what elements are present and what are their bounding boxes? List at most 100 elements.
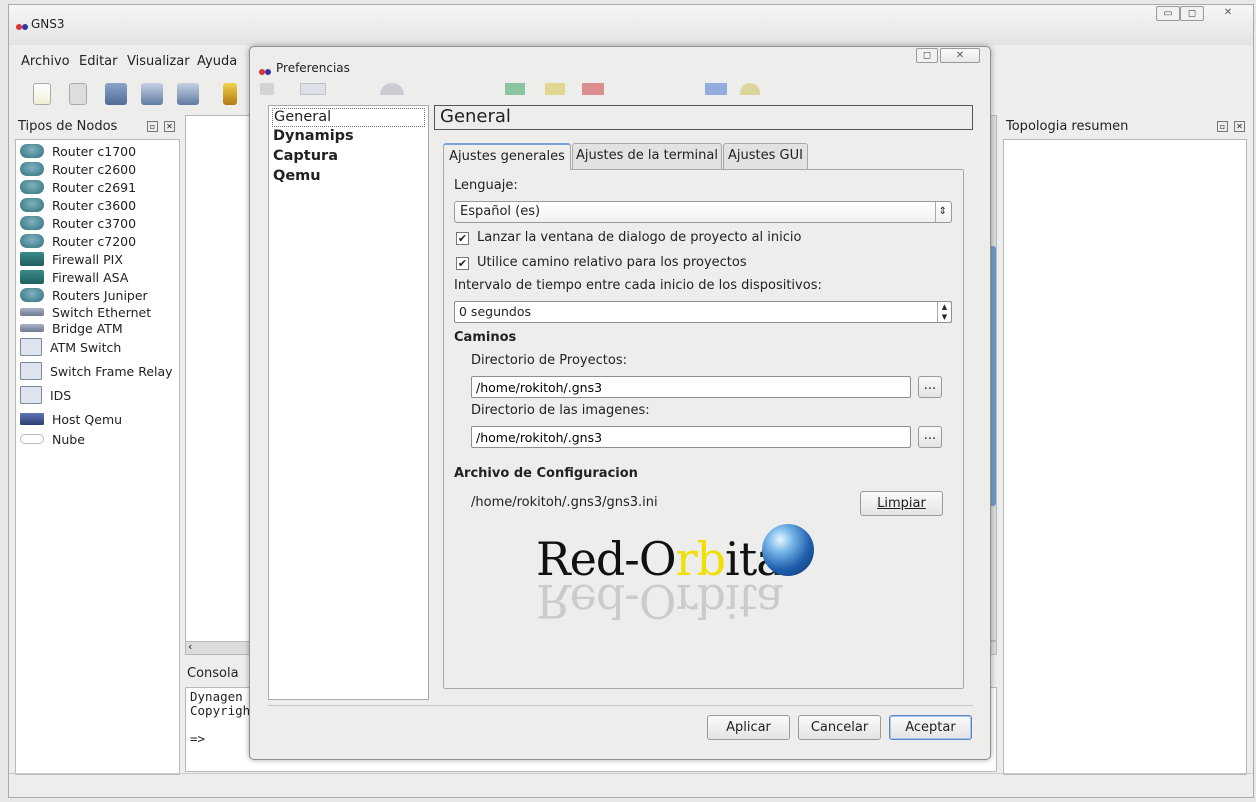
dialog-title: Preferencias	[276, 61, 350, 75]
red-orbita-logo: Red-Orbita Red-Orbita	[536, 522, 826, 628]
node-type-item[interactable]: Router c3700	[20, 214, 136, 232]
node-type-item[interactable]: Router c3600	[20, 196, 136, 214]
browse-projects-button[interactable]: ...	[918, 376, 942, 398]
node-type-label: Router c3600	[52, 197, 137, 213]
node-type-label: Firewall PIX	[52, 251, 123, 267]
node-type-item[interactable]: Router c7200	[20, 232, 136, 250]
node-type-item[interactable]: ATM Switch	[20, 338, 121, 356]
node-types-dock: Tipos de Nodos ▫ ✕ Router c1700 Router c2…	[15, 115, 181, 775]
node-type-item[interactable]: Router c2600	[20, 160, 136, 178]
node-type-label: Host Qemu	[52, 411, 123, 427]
node-type-item[interactable]: Host Qemu	[20, 410, 122, 428]
save-icon[interactable]	[141, 83, 163, 105]
open-folder-icon[interactable]	[105, 83, 127, 105]
node-type-label: Router c2691	[52, 179, 137, 195]
node-type-item[interactable]: Router c2691	[20, 178, 136, 196]
logo-reflection: Red-Orbita	[536, 574, 783, 628]
node-type-label: Switch Frame Relay	[50, 363, 173, 379]
projects-dir-label: Directorio de Proyectos:	[471, 353, 627, 368]
frame-relay-switch-icon	[20, 362, 42, 380]
interval-spinbox[interactable]: 0 segundos ▲ ▼	[454, 301, 952, 323]
tab-ajustes-generales[interactable]: Ajustes generales	[443, 143, 571, 170]
config-file-path: /home/rokitoh/.gns3/gns3.ini	[471, 495, 658, 510]
router-icon	[20, 144, 44, 158]
save-as-icon[interactable]	[177, 83, 199, 105]
globe-icon	[762, 524, 814, 576]
float-icon[interactable]: ▫	[147, 121, 158, 132]
tab-ajustes-gui[interactable]: Ajustes GUI	[723, 143, 808, 169]
preferences-nav: General Dynamips Captura Qemu	[268, 105, 429, 700]
ethernet-switch-icon	[20, 308, 44, 316]
language-value: Español (es)	[460, 204, 541, 219]
node-type-item[interactable]: Nube	[20, 430, 85, 448]
updown-icon: ⇕	[934, 202, 947, 222]
nav-item-dynamips[interactable]: Dynamips	[272, 128, 425, 147]
new-file-icon[interactable]	[33, 83, 51, 105]
tab-ajustes-terminal[interactable]: Ajustes de la terminal	[572, 143, 722, 169]
clear-label: Limpiar	[877, 496, 926, 511]
node-type-label: Routers Juniper	[52, 287, 148, 303]
menu-editar[interactable]: Editar	[79, 54, 118, 69]
tab-panel: Lenguaje: Español (es) ⇕ ✔ Lanzar la ven…	[443, 169, 964, 689]
images-dir-label: Directorio de las imagenes:	[471, 403, 650, 418]
dock-title: Tipos de Nodos	[18, 119, 118, 134]
dock-title: Topologia resumen	[1006, 119, 1129, 134]
node-type-label: Switch Ethernet	[52, 304, 152, 320]
node-type-item[interactable]: Router c1700	[20, 142, 136, 160]
config-file-heading: Archivo de Configuracion	[454, 466, 638, 481]
app-title: GNS3	[31, 17, 65, 31]
router-icon	[20, 180, 44, 194]
divider	[268, 705, 973, 706]
relative-path-checkbox[interactable]: ✔	[456, 257, 469, 270]
topology-summary-list	[1003, 139, 1247, 775]
float-icon[interactable]: ▫	[1217, 121, 1228, 132]
close-button[interactable]: ✕	[1216, 6, 1240, 21]
node-type-label: IDS	[50, 387, 72, 403]
node-type-item[interactable]: IDS	[20, 386, 71, 404]
close-icon[interactable]: ✕	[164, 121, 175, 132]
minimize-button[interactable]: ▭	[1156, 6, 1180, 21]
menu-ayuda[interactable]: Ayuda	[197, 54, 237, 69]
menu-visualizar[interactable]: Visualizar	[127, 54, 190, 69]
node-type-item[interactable]: Switch Frame Relay	[20, 362, 173, 380]
spin-arrows-icon[interactable]: ▲ ▼	[937, 302, 951, 322]
accept-button[interactable]: Aceptar	[889, 715, 972, 740]
nav-item-general[interactable]: General	[272, 108, 425, 127]
node-type-item[interactable]: Firewall ASA	[20, 268, 128, 286]
node-type-item[interactable]: Bridge ATM	[20, 319, 123, 337]
node-type-item[interactable]: Routers Juniper	[20, 286, 148, 304]
browse-images-button[interactable]: ...	[918, 426, 942, 448]
language-select[interactable]: Español (es) ⇕	[454, 201, 952, 223]
menu-archivo[interactable]: Archivo	[21, 54, 70, 69]
gns3-logo-icon	[16, 20, 28, 30]
nav-item-captura[interactable]: Captura	[272, 148, 425, 167]
atm-bridge-icon	[20, 324, 44, 332]
atm-switch-icon	[20, 338, 42, 356]
maximize-button[interactable]: ◻	[1180, 6, 1204, 21]
clear-brush-icon[interactable]	[223, 83, 237, 105]
background-toolbar-strip	[260, 83, 780, 95]
apply-button[interactable]: Aplicar	[707, 715, 790, 740]
dialog-app-icon	[259, 65, 271, 75]
node-list: Router c1700 Router c2600 Router c2691 Rout…	[15, 139, 180, 775]
projects-dir-input[interactable]	[471, 376, 911, 398]
ids-icon	[20, 386, 42, 404]
node-type-label: Firewall ASA	[52, 269, 129, 285]
launch-dialog-checkbox[interactable]: ✔	[456, 232, 469, 245]
preview-icon[interactable]	[69, 83, 87, 105]
node-type-item[interactable]: Firewall PIX	[20, 250, 123, 268]
router-icon	[20, 216, 44, 230]
dialog-close-button[interactable]: ✕	[940, 48, 980, 63]
interval-label: Intervalo de tiempo entre cada inicio de…	[454, 278, 822, 293]
dialog-maximize-button[interactable]: ◻	[916, 48, 938, 63]
close-icon[interactable]: ✕	[1234, 121, 1245, 132]
page-title: General	[434, 105, 973, 130]
firewall-icon	[20, 252, 44, 266]
images-dir-input[interactable]	[471, 426, 911, 448]
clear-button[interactable]: Limpiar	[860, 491, 943, 516]
preferences-dialog: Preferencias ◻ ✕ General Dynamips Captur…	[249, 46, 991, 760]
nav-item-qemu[interactable]: Qemu	[272, 168, 425, 187]
node-type-label: Router c3700	[52, 215, 137, 231]
cancel-button[interactable]: Cancelar	[798, 715, 881, 740]
node-type-label: Router c1700	[52, 143, 137, 159]
